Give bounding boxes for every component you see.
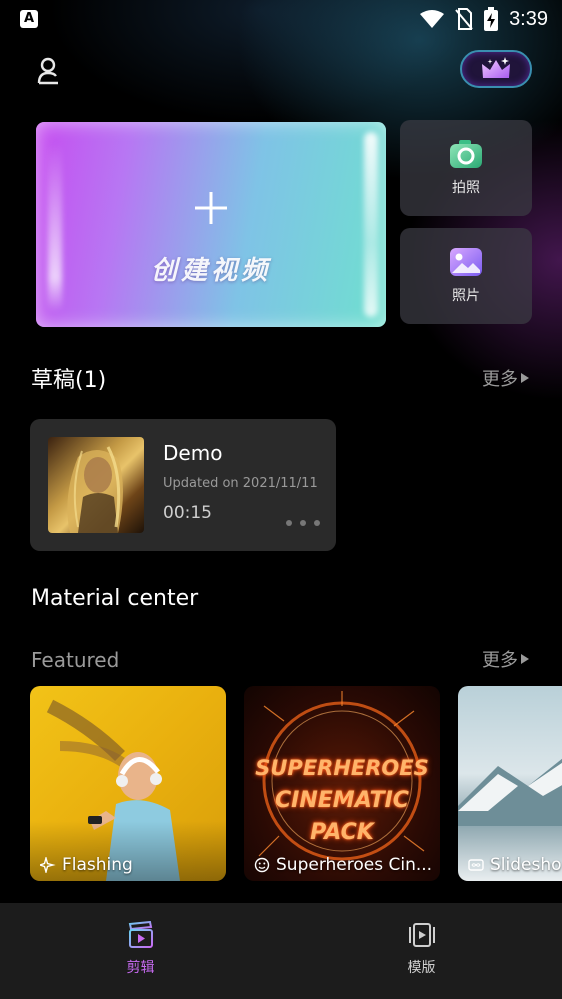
featured-more-label: 更多	[482, 650, 518, 671]
gallery-icon	[450, 248, 482, 276]
camera-button[interactable]: 拍照	[400, 120, 532, 216]
sparkle-icon	[40, 857, 56, 873]
featured-more-link[interactable]: 更多	[482, 646, 530, 672]
drafts-title: 草稿(1)	[31, 368, 107, 393]
play-arrow-icon	[521, 373, 529, 383]
featured-card-flashing[interactable]: Flashing	[30, 686, 226, 881]
promo-line-3: PACK	[310, 820, 374, 845]
featured-title: Featured	[31, 648, 120, 672]
featured-card-image	[258, 691, 425, 861]
battery-charging-icon	[484, 7, 499, 31]
bottom-nav: 剪辑 模版	[0, 903, 562, 999]
create-video-button[interactable]: 创建视频	[36, 122, 386, 327]
promo-line-1: SUPERHEROES	[255, 756, 429, 780]
status-time: 3:39	[509, 7, 548, 30]
featured-card-image	[458, 758, 562, 826]
featured-caption: Slidesho	[468, 855, 562, 875]
featured-caption: Flashing	[40, 855, 133, 875]
no-sim-icon	[455, 8, 473, 30]
template-icon	[408, 923, 435, 947]
featured-caption-label: Slidesho	[490, 855, 562, 875]
wifi-icon	[420, 10, 445, 28]
card-shine	[364, 132, 378, 317]
camera-icon	[450, 140, 482, 168]
clapperboard-icon	[128, 921, 153, 948]
draft-item[interactable]: Demo Updated on 2021/11/11 00:15	[30, 419, 336, 551]
featured-caption-label: Flashing	[62, 855, 133, 875]
draft-more-options-icon[interactable]	[286, 519, 320, 527]
nav-tab-templates[interactable]: 模版	[281, 903, 562, 999]
draft-updated: Updated on 2021/11/11	[163, 476, 318, 491]
plus-icon	[195, 192, 227, 224]
featured-caption-label: Superheroes Cin...	[276, 855, 433, 875]
gallery-label: 照片	[452, 288, 480, 304]
draft-thumbnail	[48, 437, 144, 533]
smiley-icon	[254, 857, 270, 873]
gallery-button[interactable]: 照片	[400, 228, 532, 324]
drafts-more-label: 更多	[482, 369, 518, 390]
nav-tab-edit[interactable]: 剪辑	[0, 903, 281, 999]
nav-tab-edit-label: 剪辑	[126, 960, 155, 976]
featured-caption: Superheroes Cin...	[254, 855, 432, 875]
create-video-label: 创建视频	[150, 256, 271, 286]
featured-card-slideshow[interactable]: Slidesho	[458, 686, 562, 881]
play-arrow-icon	[521, 654, 529, 664]
loop-icon	[468, 859, 484, 871]
drafts-more-link[interactable]: 更多	[482, 365, 530, 391]
profile-icon[interactable]	[34, 56, 64, 86]
draft-title: Demo	[163, 441, 223, 465]
draft-thumbnail-image	[67, 446, 123, 533]
status-right: 3:39	[419, 7, 548, 31]
camera-label: 拍照	[452, 180, 480, 196]
featured-card-superheroes[interactable]: SUPERHEROES CINEMATIC PACK Superheroes C…	[244, 686, 440, 881]
nav-tab-templates-label: 模版	[407, 960, 436, 976]
vip-crown-button[interactable]	[460, 50, 532, 88]
material-center-title: Material center	[31, 586, 199, 611]
crown-icon	[482, 57, 510, 78]
status-bar: A 3:39	[0, 0, 562, 38]
app-notification-icon: A	[20, 10, 38, 28]
draft-duration: 00:15	[163, 503, 212, 523]
promo-line-2: CINEMATIC	[275, 788, 409, 813]
